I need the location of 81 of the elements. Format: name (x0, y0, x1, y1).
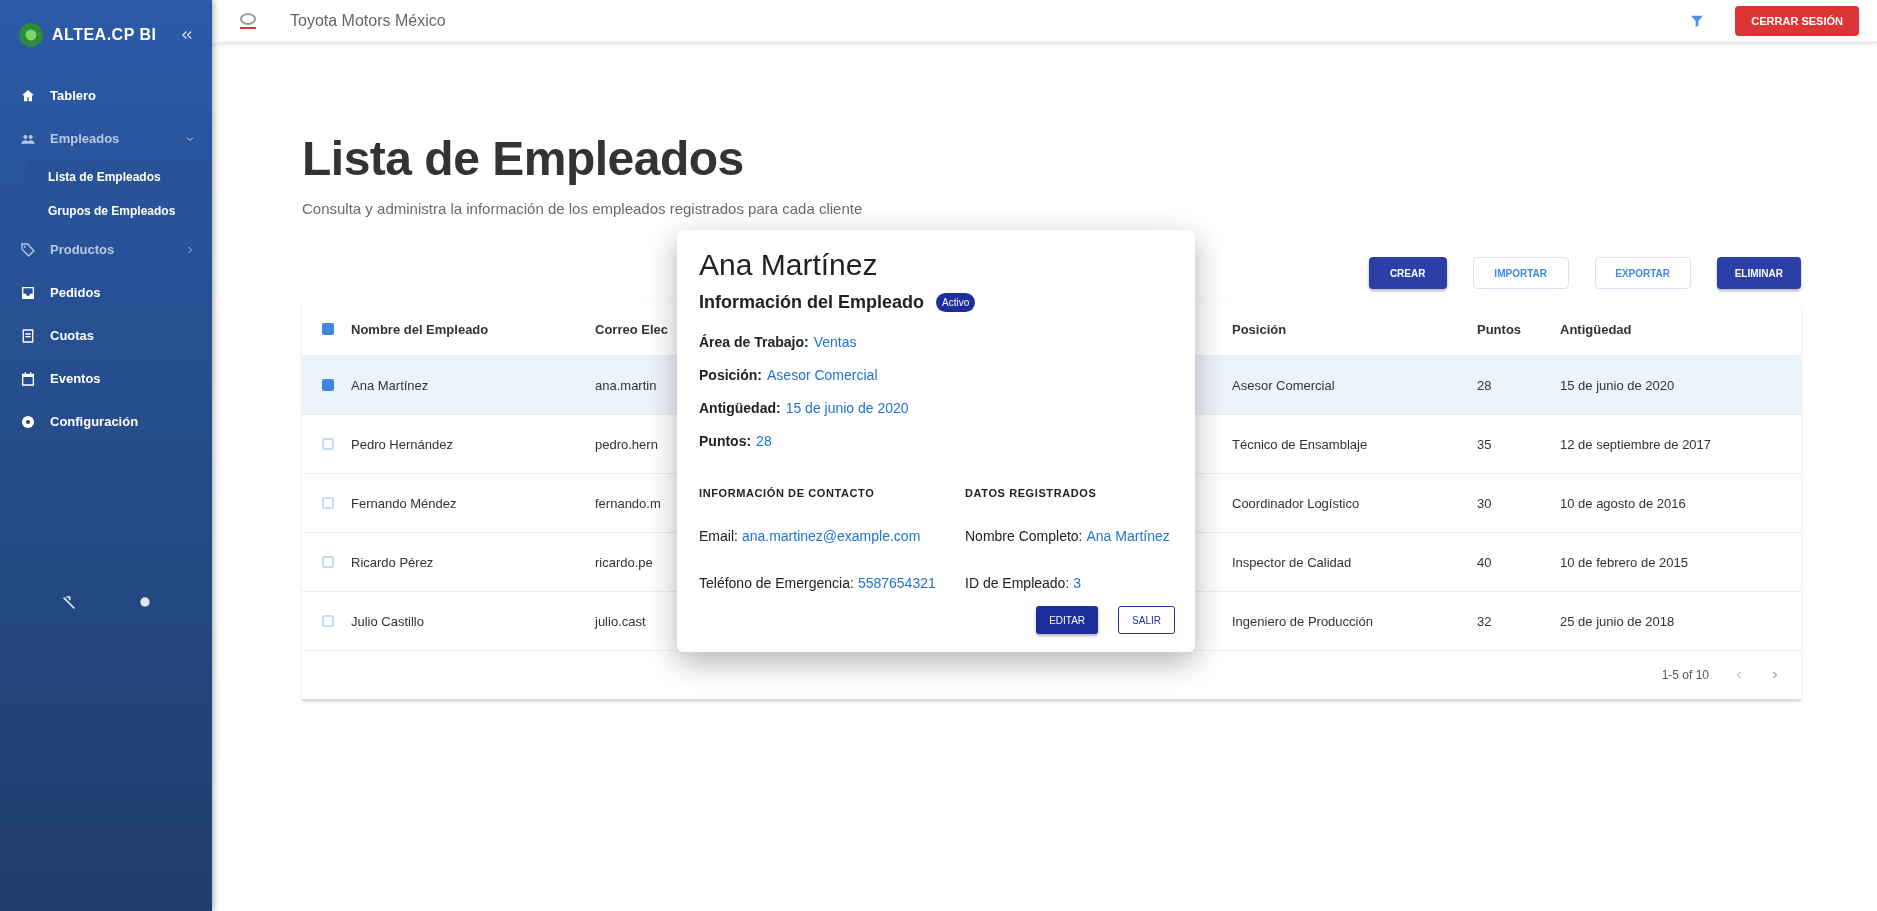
logo-icon (18, 22, 44, 48)
sidebar-subitem[interactable]: Grupos de Empleados (0, 194, 212, 228)
sidebar-item[interactable]: Pedidos (0, 271, 212, 314)
section-title: DATOS REGISTRADOS (965, 487, 1098, 501)
table-cell-text: Fernando Méndez (351, 495, 458, 511)
inbox-icon (20, 284, 36, 301)
table-cell-text: 32 (1477, 613, 1493, 629)
page-title: Lista de Empleados (302, 131, 745, 186)
action-button[interactable]: EXPORTAR (1594, 257, 1691, 289)
sidebar-item[interactable]: Cuotas (0, 314, 212, 357)
sidebar-item[interactable]: Eventos (0, 357, 212, 400)
table-cell-text: julio.cast (595, 613, 647, 629)
exit-button[interactable]: SALIR (1118, 606, 1175, 634)
column-header: Nombre del Empleado (351, 321, 490, 337)
table-cell-text: Técnico de Ensamblaje (1232, 436, 1369, 452)
field-value: Ana Martínez (1086, 527, 1170, 544)
table-cell-text: Inspector de Calidad (1232, 554, 1353, 570)
table-cell-text: Julio Castillo (351, 613, 425, 629)
field-label: Email: (699, 527, 738, 544)
field-value: 3 (1073, 574, 1082, 591)
table-cell-text: 10 de agosto de 2016 (1560, 495, 1687, 511)
field-label: ID de Empleado: (965, 574, 1070, 591)
tag-icon (20, 241, 36, 258)
table-cell-text: 12 de septiembre de 2017 (1560, 436, 1713, 452)
sidebar-item[interactable]: Tablero (0, 74, 212, 117)
field-label: Posición: (699, 366, 762, 383)
column-header: Correo Elec (595, 321, 669, 337)
field-label: Puntos: (699, 432, 752, 449)
table-cell-text: 10 de febrero de 2015 (1560, 554, 1689, 570)
collapse-icon[interactable] (180, 28, 194, 42)
sidebar-subitem[interactable]: Lista de Empleados (28, 160, 212, 194)
edit-button[interactable]: EDITAR (1036, 606, 1099, 634)
column-header: Antigüedad (1560, 321, 1633, 337)
field-value: 5587654321 (857, 574, 936, 591)
pagination-range: 1-5 of 10 (1661, 668, 1709, 682)
table-cell-text: Coordinador Logístico (1232, 495, 1361, 511)
table-cell-text: 28 (1477, 377, 1493, 393)
logo-text: ALTEA.CP BI (52, 26, 157, 44)
column-header: Posición (1232, 321, 1288, 337)
field-value: ana.martinez@example.com (741, 527, 921, 544)
field-label: Nombre Completo: (965, 527, 1083, 544)
section-heading: Información del Empleado (699, 292, 925, 313)
table-cell-text: Ana Martínez (351, 377, 430, 393)
dialog-title: Ana Martínez (699, 248, 879, 282)
client-name: Toyota Motors México (290, 12, 446, 30)
status-badge: Activo (936, 293, 976, 312)
page-subtitle: Consulta y administra la información de los empleados registrados para cada cliente (302, 200, 864, 217)
table-cell-text: Pedro Hernández (351, 436, 454, 452)
field-value: 28 (756, 432, 772, 449)
home-icon (20, 87, 36, 104)
table-cell-text: pedro.hern (595, 436, 659, 452)
checkbox[interactable] (322, 379, 334, 391)
action-button[interactable]: CREAR (1368, 257, 1447, 289)
table-cell-text: ana.martin (595, 377, 658, 393)
table-cell-text: Ingeniero de Producción (1232, 613, 1374, 629)
field-value: Asesor Comercial (767, 366, 878, 383)
table-cell-text: 15 de junio de 2020 (1560, 377, 1676, 393)
table-cell-text: 40 (1477, 554, 1493, 570)
sidebar-item[interactable]: Empleados (0, 117, 212, 160)
checkbox[interactable] (322, 323, 334, 335)
table-cell-text: fernando.m (595, 495, 662, 511)
table-cell-text: 30 (1477, 495, 1493, 511)
field-value: 15 de junio de 2020 (785, 399, 909, 416)
section-title: INFORMACIÓN DE CONTACTO (699, 487, 876, 501)
table-cell-text: 25 de junio de 2018 (1560, 613, 1676, 629)
field-label: Teléfono de Emergencia: (699, 574, 854, 591)
table-cell-text: 35 (1477, 436, 1493, 452)
logout-button[interactable]: CERRAR SESIÓN (1735, 6, 1859, 36)
sidebar-item[interactable]: Configuración (0, 400, 212, 443)
note-icon (20, 327, 36, 344)
action-button[interactable]: IMPORTAR (1472, 257, 1569, 289)
calendar-icon (20, 370, 36, 387)
table-cell-text: Asesor Comercial (1232, 377, 1336, 393)
table-cell-text: ricardo.pe (595, 554, 654, 570)
action-button[interactable]: ELIMINAR (1716, 257, 1801, 289)
column-header: Puntos (1477, 321, 1523, 337)
table-cell-text: Ricardo Pérez (351, 554, 435, 570)
field-value: Ventas (813, 333, 857, 350)
field-label: Antigüedad: (699, 399, 781, 416)
field-label: Área de Trabajo: (699, 333, 809, 350)
sidebar-item[interactable]: Productos (0, 228, 212, 271)
